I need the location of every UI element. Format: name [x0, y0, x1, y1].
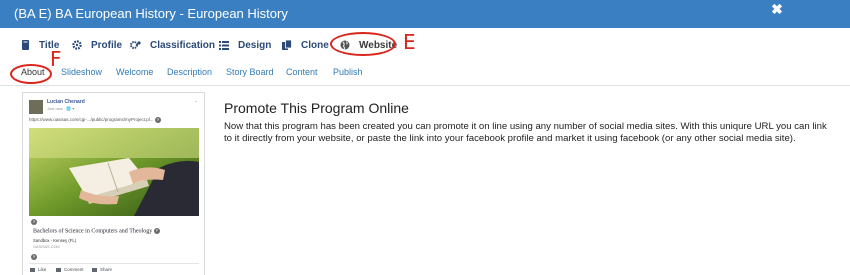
post-domain: OASISAS.COM — [33, 245, 60, 249]
subtab-description[interactable]: Description — [167, 67, 212, 77]
annotation-ring-website — [330, 32, 396, 56]
subtab-slideshow[interactable]: Slideshow — [61, 67, 102, 77]
tab-classification[interactable]: Classification — [130, 37, 215, 53]
post-author: Lucian Chenard — [47, 99, 85, 105]
comment-icon — [56, 267, 61, 272]
help-icon: ? — [153, 228, 160, 234]
title-bar: (BA E) BA European History - European Hi… — [0, 0, 850, 28]
program-modal: (BA E) BA European History - European Hi… — [0, 0, 850, 275]
like-action: Like — [30, 267, 46, 272]
tab-clone-label: Clone — [301, 39, 329, 51]
book-reading-photo — [29, 128, 199, 216]
share-icon — [92, 267, 97, 272]
chevron-down-icon: ⌄ — [194, 98, 199, 104]
info-icon: ? — [31, 219, 37, 225]
list-icon — [219, 40, 229, 50]
copy-icon — [282, 40, 292, 50]
like-icon — [30, 267, 35, 272]
subtab-publish[interactable]: Publish — [333, 67, 363, 77]
tab-clone[interactable]: Clone — [282, 37, 329, 53]
avatar — [29, 100, 43, 114]
info-icon: ? — [31, 254, 37, 260]
post-url-line: https://www.oasisas.com/cgi-.../public/p… — [29, 117, 161, 123]
gear-icon — [72, 40, 82, 50]
share-label: Share — [100, 267, 113, 272]
book-icon — [22, 40, 29, 50]
tab-profile-label: Profile — [91, 39, 123, 51]
gears-icon — [130, 41, 141, 49]
sub-tab-bar: About Slideshow Welcome Description Stor… — [0, 60, 850, 86]
subtab-story-board[interactable]: Story Board — [226, 67, 274, 77]
tab-classification-label: Classification — [150, 39, 216, 51]
post-headline: Bachelors of Science in Computers and Th… — [33, 228, 153, 235]
post-meta: Just now · 🌐 ▾ — [47, 106, 75, 111]
share-action: Share — [92, 267, 112, 272]
window-title: (BA E) BA European History - European Hi… — [14, 6, 288, 21]
page-title: Promote This Program Online — [224, 100, 409, 116]
post-headline-line: Bachelors of Science in Computers and Th… — [33, 228, 160, 234]
annotation-letter-e: E — [403, 30, 416, 54]
post-url: https://www.oasisas.com/cgi-.../public/p… — [29, 117, 154, 123]
subtab-content[interactable]: Content — [286, 67, 318, 77]
comment-action: Comment — [56, 267, 84, 272]
tab-profile[interactable]: Profile — [72, 37, 122, 53]
post-location: Sandbox - Kensey (FL) — [33, 238, 77, 243]
tab-design[interactable]: Design — [219, 37, 271, 53]
main-tab-bar: Title Profile Classification Design Clon… — [0, 28, 850, 58]
help-icon: ? — [154, 117, 161, 123]
post-image — [29, 128, 199, 216]
page-description: Now that this program has been created y… — [224, 121, 827, 144]
subtab-welcome[interactable]: Welcome — [116, 67, 153, 77]
like-label: Like — [38, 267, 47, 272]
close-icon[interactable]: ✖ — [768, 1, 786, 19]
annotation-ring-about — [10, 64, 52, 84]
tab-design-label: Design — [238, 39, 272, 51]
comment-label: Comment — [64, 267, 84, 272]
divider — [29, 263, 199, 264]
facebook-preview-card: Lucian Chenard Just now · 🌐 ▾ ⌄ https://… — [22, 92, 205, 275]
